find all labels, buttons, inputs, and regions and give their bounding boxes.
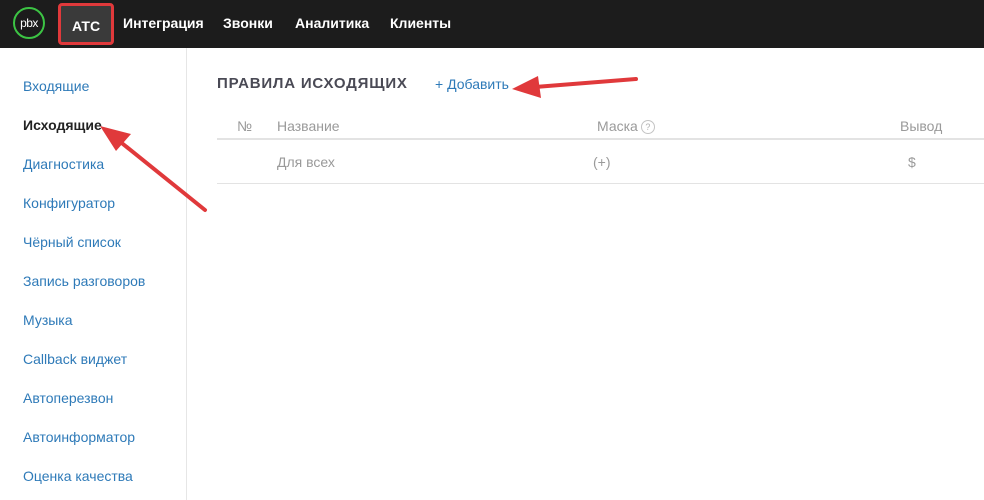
nav-item-ats[interactable]: АТС bbox=[58, 3, 115, 45]
row-mask: (+) bbox=[593, 154, 611, 170]
sidebar-item-blacklist[interactable]: Чёрный список bbox=[23, 234, 121, 250]
column-header-mask-label: Маска bbox=[597, 118, 638, 134]
sidebar-item-diagnostics[interactable]: Диагностика bbox=[23, 156, 104, 172]
sidebar-item-auto-callback[interactable]: Автоперезвон bbox=[23, 390, 113, 406]
nav-item-analytics[interactable]: Аналитика bbox=[295, 0, 369, 48]
outgoing-rules-table: № Название Маска? Вывод Для всех (+) $ bbox=[217, 110, 984, 184]
pbx-logo[interactable]: pbx bbox=[13, 7, 45, 39]
table-row[interactable]: Для всех (+) $ bbox=[217, 140, 984, 184]
help-icon[interactable]: ? bbox=[640, 120, 655, 134]
sidebar-item-callback-widget[interactable]: Callback виджет bbox=[23, 351, 127, 367]
top-navigation-bar: pbx АТС Интеграция Звонки Аналитика Клие… bbox=[0, 0, 984, 48]
sidebar-item-auto-informer[interactable]: Автоинформатор bbox=[23, 429, 135, 445]
annotation-arrow-add bbox=[512, 76, 638, 98]
sidebar-item-incoming[interactable]: Входящие bbox=[23, 78, 89, 94]
sidebar-item-music[interactable]: Музыка bbox=[23, 312, 73, 328]
column-header-number: № bbox=[237, 118, 253, 134]
sidebar-item-outgoing[interactable]: Исходящие bbox=[23, 117, 102, 133]
column-header-output: Вывод bbox=[900, 118, 943, 134]
row-output: $ bbox=[908, 154, 916, 170]
nav-item-calls[interactable]: Звонки bbox=[223, 0, 273, 48]
nav-item-integration[interactable]: Интеграция bbox=[123, 0, 204, 48]
sidebar-item-configurator[interactable]: Конфигуратор bbox=[23, 195, 115, 211]
sidebar-item-call-recording[interactable]: Запись разговоров bbox=[23, 273, 145, 289]
column-header-mask: Маска? bbox=[597, 118, 655, 134]
sidebar: Входящие Исходящие Диагностика Конфигура… bbox=[0, 48, 187, 500]
page-title: ПРАВИЛА ИСХОДЯЩИХ bbox=[217, 75, 408, 92]
nav-item-clients[interactable]: Клиенты bbox=[390, 0, 451, 48]
sidebar-item-quality-rating[interactable]: Оценка качества bbox=[23, 468, 133, 484]
table-header: № Название Маска? Вывод bbox=[217, 110, 984, 140]
row-name: Для всех bbox=[277, 154, 335, 170]
column-header-name: Название bbox=[277, 118, 340, 134]
add-rule-link[interactable]: + Добавить bbox=[435, 76, 509, 92]
